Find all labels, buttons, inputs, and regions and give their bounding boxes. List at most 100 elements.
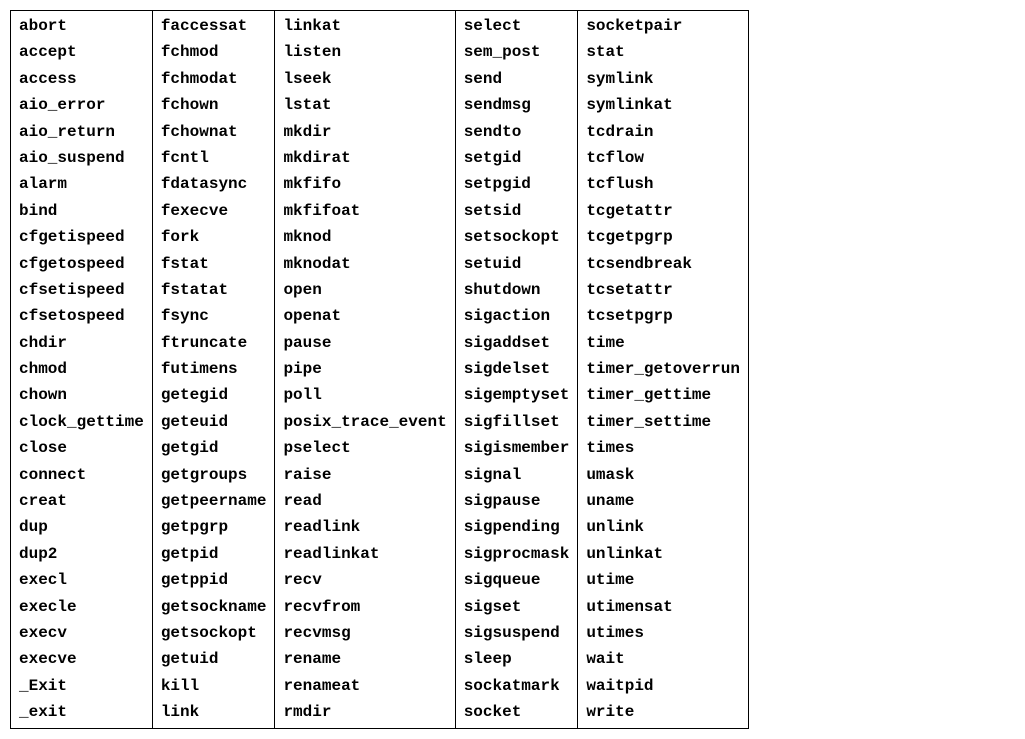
table-cell: accept	[19, 39, 144, 65]
table-cell: dup	[19, 514, 144, 540]
table-cell: recvmsg	[283, 620, 446, 646]
table-cell: readlink	[283, 514, 446, 540]
table-cell: getsockopt	[161, 620, 267, 646]
table-cell: tcsetattr	[586, 277, 740, 303]
table-cell: getpeername	[161, 488, 267, 514]
table-cell: poll	[283, 382, 446, 408]
table-cell: sigprocmask	[464, 541, 570, 567]
table-cell: _Exit	[19, 673, 144, 699]
table-cell: pselect	[283, 435, 446, 461]
table-cell: sigaction	[464, 303, 570, 329]
table-cell: timer_getoverrun	[586, 356, 740, 382]
table-cell: cfgetospeed	[19, 251, 144, 277]
table-cell: alarm	[19, 171, 144, 197]
table-cell: mkfifo	[283, 171, 446, 197]
table-cell: timer_settime	[586, 409, 740, 435]
table-cell: setpgid	[464, 171, 570, 197]
table-cell: sockatmark	[464, 673, 570, 699]
table-cell: raise	[283, 462, 446, 488]
table-cell: getpgrp	[161, 514, 267, 540]
syscall-table: abortacceptaccessaio_erroraio_returnaio_…	[10, 10, 749, 729]
table-cell: sigpending	[464, 514, 570, 540]
table-cell: getuid	[161, 646, 267, 672]
table-cell: chown	[19, 382, 144, 408]
table-cell: sigaddset	[464, 330, 570, 356]
table-cell: execve	[19, 646, 144, 672]
table-cell: fchmod	[161, 39, 267, 65]
table-cell: getpid	[161, 541, 267, 567]
table-cell: close	[19, 435, 144, 461]
table-cell: sendmsg	[464, 92, 570, 118]
table-cell: fexecve	[161, 198, 267, 224]
table-cell: sigset	[464, 594, 570, 620]
table-cell: clock_gettime	[19, 409, 144, 435]
table-cell: unlinkat	[586, 541, 740, 567]
table-cell: chdir	[19, 330, 144, 356]
table-cell: chmod	[19, 356, 144, 382]
table-cell: aio_error	[19, 92, 144, 118]
table-cell: kill	[161, 673, 267, 699]
table-column: socketpairstatsymlinksymlinkattcdraintcf…	[578, 11, 748, 728]
table-cell: posix_trace_event	[283, 409, 446, 435]
table-cell: setsid	[464, 198, 570, 224]
table-cell: mknod	[283, 224, 446, 250]
table-cell: getgid	[161, 435, 267, 461]
table-cell: dup2	[19, 541, 144, 567]
table-cell: getgroups	[161, 462, 267, 488]
table-cell: abort	[19, 13, 144, 39]
table-cell: recv	[283, 567, 446, 593]
table-cell: fdatasync	[161, 171, 267, 197]
table-cell: uname	[586, 488, 740, 514]
table-cell: waitpid	[586, 673, 740, 699]
table-column: abortacceptaccessaio_erroraio_returnaio_…	[11, 11, 153, 728]
table-cell: rename	[283, 646, 446, 672]
table-cell: fstat	[161, 251, 267, 277]
table-cell: tcsetpgrp	[586, 303, 740, 329]
table-cell: sigemptyset	[464, 382, 570, 408]
table-cell: socketpair	[586, 13, 740, 39]
table-cell: execl	[19, 567, 144, 593]
table-cell: fchown	[161, 92, 267, 118]
table-cell: stat	[586, 39, 740, 65]
table-cell: cfgetispeed	[19, 224, 144, 250]
table-cell: fork	[161, 224, 267, 250]
table-cell: write	[586, 699, 740, 725]
table-cell: aio_suspend	[19, 145, 144, 171]
table-cell: umask	[586, 462, 740, 488]
table-cell: tcflow	[586, 145, 740, 171]
table-cell: socket	[464, 699, 570, 725]
table-cell: utimes	[586, 620, 740, 646]
table-cell: getsockname	[161, 594, 267, 620]
table-cell: fchownat	[161, 119, 267, 145]
table-column: faccessatfchmodfchmodatfchownfchownatfcn…	[153, 11, 276, 728]
table-cell: access	[19, 66, 144, 92]
table-cell: fsync	[161, 303, 267, 329]
table-cell: execle	[19, 594, 144, 620]
table-cell: fstatat	[161, 277, 267, 303]
table-cell: sem_post	[464, 39, 570, 65]
table-cell: geteuid	[161, 409, 267, 435]
table-cell: symlinkat	[586, 92, 740, 118]
table-cell: sigqueue	[464, 567, 570, 593]
table-cell: sigfillset	[464, 409, 570, 435]
table-cell: fchmodat	[161, 66, 267, 92]
table-cell: rmdir	[283, 699, 446, 725]
table-cell: utime	[586, 567, 740, 593]
table-cell: pause	[283, 330, 446, 356]
table-cell: sendto	[464, 119, 570, 145]
table-cell: recvfrom	[283, 594, 446, 620]
table-cell: cfsetispeed	[19, 277, 144, 303]
table-cell: getegid	[161, 382, 267, 408]
table-cell: aio_return	[19, 119, 144, 145]
table-cell: utimensat	[586, 594, 740, 620]
table-cell: openat	[283, 303, 446, 329]
table-cell: mkdirat	[283, 145, 446, 171]
table-cell: bind	[19, 198, 144, 224]
table-cell: setgid	[464, 145, 570, 171]
table-cell: select	[464, 13, 570, 39]
table-cell: pipe	[283, 356, 446, 382]
table-cell: sigpause	[464, 488, 570, 514]
table-cell: wait	[586, 646, 740, 672]
table-cell: lstat	[283, 92, 446, 118]
table-cell: tcflush	[586, 171, 740, 197]
